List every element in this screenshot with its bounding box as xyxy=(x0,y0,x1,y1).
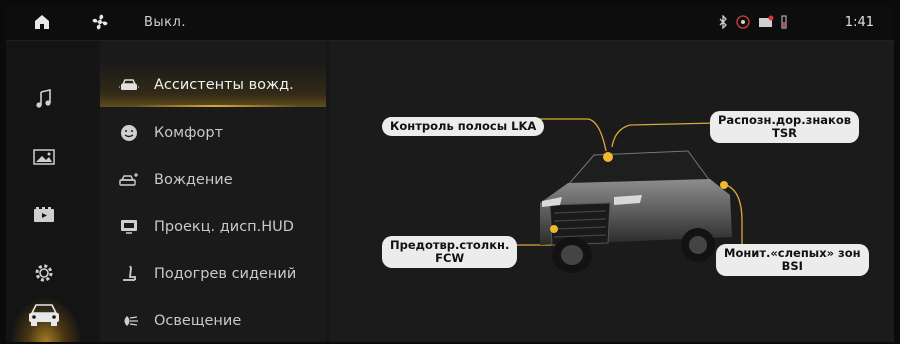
screen: Выкл. 1:41 Ассистенты вожд. Комфорт Вожд… xyxy=(6,6,894,342)
message-icon xyxy=(758,14,774,33)
menu-item-seat-heating[interactable]: Подогрев сидений xyxy=(100,252,326,296)
settings-icon[interactable] xyxy=(30,261,58,285)
bsi-callout[interactable]: Монит.«слепых» зон BSI xyxy=(716,244,869,276)
video-icon[interactable] xyxy=(30,203,58,227)
gallery-icon[interactable] xyxy=(30,145,58,169)
seat-heating-icon xyxy=(118,263,140,285)
bsi-label-line2: BSI xyxy=(781,259,803,273)
menu-item-label: Проекц. дисп.HUD xyxy=(154,219,294,235)
menu-item-label: Комфорт xyxy=(154,125,224,141)
status-bar: Выкл. 1:41 xyxy=(6,6,894,41)
left-rail xyxy=(6,41,98,342)
fan-status-text: Выкл. xyxy=(144,15,186,30)
fan-icon[interactable] xyxy=(90,12,110,32)
menu-item-label: Освещение xyxy=(154,313,242,329)
vehicle-illustration xyxy=(540,150,732,273)
status-icons xyxy=(718,14,787,33)
fcw-label-line2: FCW xyxy=(435,251,465,265)
tsr-callout[interactable]: Распозн.дор.знаков TSR xyxy=(710,111,860,143)
driving-icon xyxy=(118,169,140,191)
signal-icon xyxy=(735,14,751,33)
driver-assist-panel: Контроль полосы LKA Распозн.дор.знаков T… xyxy=(330,41,894,342)
car-icon[interactable] xyxy=(24,303,64,327)
driver-assist-icon xyxy=(118,74,140,96)
menu-item-label: Ассистенты вожд. xyxy=(154,77,294,93)
menu-item-lighting[interactable]: Освещение xyxy=(100,299,326,342)
menu-item-label: Подогрев сидений xyxy=(154,266,297,282)
menu-item-driving[interactable]: Вождение xyxy=(100,158,326,202)
settings-submenu: Ассистенты вожд. Комфорт Вождение Проекц… xyxy=(100,41,419,342)
bluetooth-icon xyxy=(718,14,728,33)
comfort-icon xyxy=(118,122,140,144)
menu-item-comfort[interactable]: Комфорт xyxy=(100,111,326,155)
lka-callout[interactable]: Контроль полосы LKA xyxy=(382,117,545,136)
tsr-label-line2: TSR xyxy=(772,126,797,140)
home-icon[interactable] xyxy=(34,14,50,30)
music-icon[interactable] xyxy=(30,87,58,111)
lighting-icon xyxy=(118,310,140,332)
menu-item-hud[interactable]: Проекц. дисп.HUD xyxy=(100,205,326,249)
battery-icon xyxy=(781,14,787,33)
menu-item-driver-assist[interactable]: Ассистенты вожд. xyxy=(100,63,326,107)
lka-label: Контроль полосы LKA xyxy=(390,119,537,133)
clock: 1:41 xyxy=(844,15,874,30)
hud-icon xyxy=(118,216,140,238)
menu-item-label: Вождение xyxy=(154,172,233,188)
fcw-callout[interactable]: Предотвр.столкн. FCW xyxy=(382,236,518,268)
